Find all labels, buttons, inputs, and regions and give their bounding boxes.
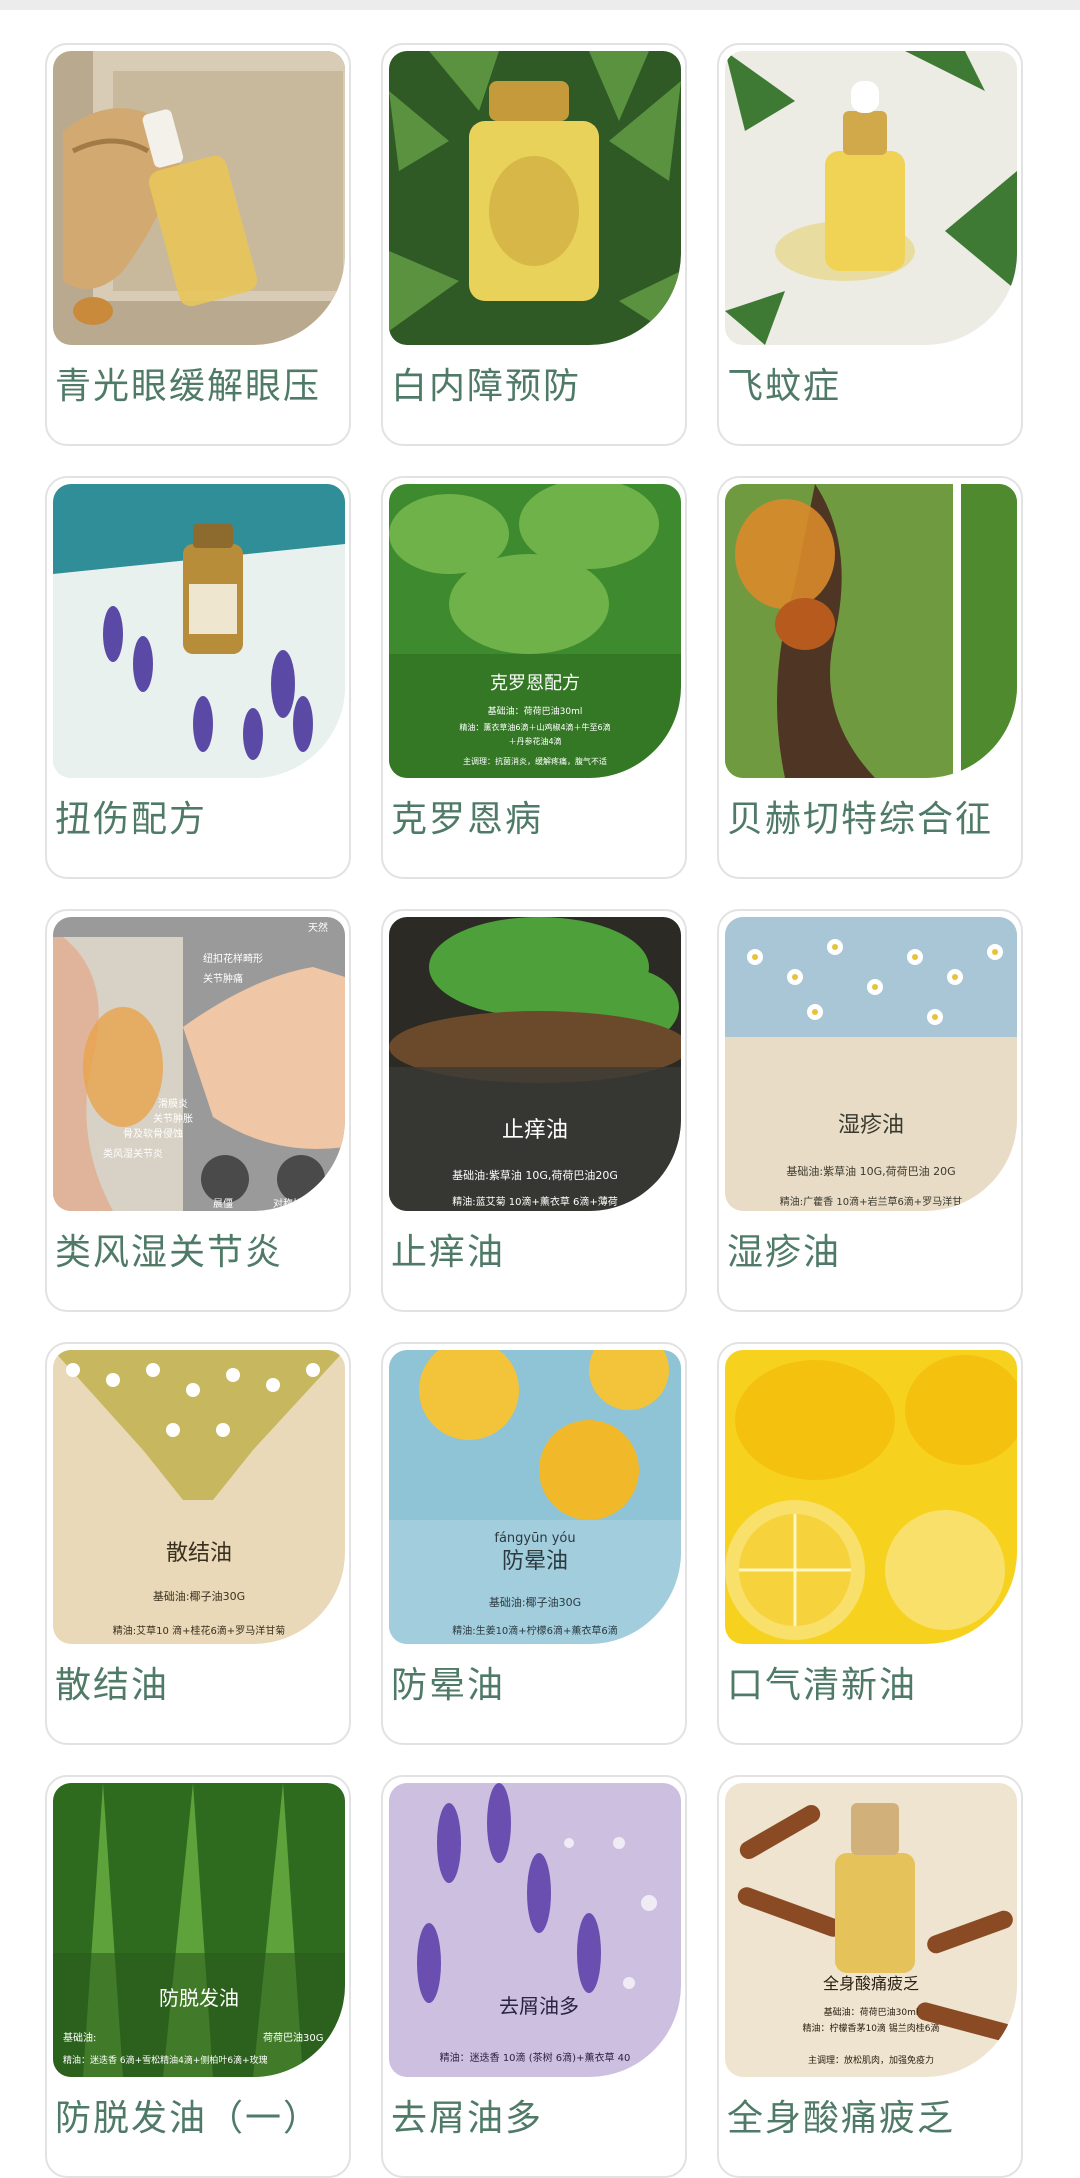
remedy-card[interactable]: 去屑油多 精油：迷迭香 10滴 (茶树 6滴)+薰衣草 40 去屑油多 bbox=[381, 1775, 687, 2178]
remedy-card[interactable]: fángyūn yóu 防晕油 基础油:椰子油30G 精油:生姜10滴+柠檬6滴… bbox=[381, 1342, 687, 1745]
remedy-card[interactable]: 湿疹油 基础油:紫草油 10G,荷荷巴油 20G 精油:广藿香 10滴+岩兰草6… bbox=[717, 909, 1023, 1312]
overlay-text: 精油：迷迭香 6滴+雪松精油4滴+侧柏叶6滴+玫瑰 bbox=[63, 2054, 268, 2066]
remedy-label: 扭伤配方 bbox=[55, 799, 208, 840]
overlay-text: ＋丹参花油4滴 bbox=[508, 736, 561, 746]
overlay-text: 骨及软骨侵蚀 bbox=[123, 1127, 183, 1140]
overlay-title: 全身酸痛疲乏 bbox=[823, 1974, 919, 1993]
tree-resin-icon bbox=[725, 484, 1017, 778]
remedy-label: 克罗恩病 bbox=[391, 799, 544, 840]
remedy-card[interactable]: 扭伤配方 bbox=[45, 476, 351, 879]
remedy-label: 防晕油 bbox=[391, 1665, 506, 1706]
overlay-text: 精油:艾草10 滴+桂花6滴+罗马洋甘菊 bbox=[113, 1624, 285, 1637]
remedy-label: 散结油 bbox=[55, 1665, 170, 1706]
overlay-text: 基础油:紫草油 10G,荷荷巴油 20G bbox=[786, 1164, 955, 1178]
remedy-card[interactable]: 飞蚊症 bbox=[717, 43, 1023, 446]
remedy-card[interactable]: 防脱发油 基础油: 荷荷巴油30G 精油：迷迭香 6滴+雪松精油4滴+侧柏叶6滴… bbox=[45, 1775, 351, 2178]
mint-leaves-icon: 克罗恩配方 基础油：荷荷巴油30ml 精油：薰衣草油6滴＋山鸡椒4滴＋牛至6滴 … bbox=[389, 484, 681, 778]
overlay-text: 对称性关节 bbox=[273, 1197, 323, 1210]
overlay-text: 精油:生姜10滴+柠檬6滴+薰衣草6滴 bbox=[452, 1624, 618, 1637]
overlay-text: 晨僵 bbox=[213, 1198, 233, 1210]
grass-icon: 防脱发油 基础油: 荷荷巴油30G 精油：迷迭香 6滴+雪松精油4滴+侧柏叶6滴… bbox=[53, 1783, 345, 2077]
overlay-text: 主调理：放松肌肉，加强免疫力 bbox=[808, 2054, 934, 2066]
remedy-label: 白内障预防 bbox=[391, 366, 582, 407]
remedy-label: 防脱发油（一） bbox=[55, 2098, 322, 2139]
overlay-text: 基础油：荷荷巴油30ml bbox=[488, 705, 583, 717]
overlay-text: 关节肿胀 bbox=[153, 1112, 193, 1125]
overlay-text: 类风湿关节炎 bbox=[103, 1147, 163, 1160]
remedy-card[interactable]: 全身酸痛疲乏 基础油：荷荷巴油30ml 精油：柠檬香茅10滴 锡兰肉桂6滴 主调… bbox=[717, 1775, 1023, 2178]
remedy-card[interactable]: 贝赫切特综合征 bbox=[717, 476, 1023, 879]
cinnamon-bottle-icon: 全身酸痛疲乏 基础油：荷荷巴油30ml 精油：柠檬香茅10滴 锡兰肉桂6滴 主调… bbox=[725, 1783, 1017, 2077]
overlay-text: 精油:广藿香 10滴+岩兰草6滴+罗马洋甘 bbox=[780, 1195, 962, 1208]
remedy-label: 飞蚊症 bbox=[727, 366, 842, 407]
remedy-card[interactable]: 止痒油 基础油:紫草油 10G,荷荷巴油20G 精油:蓝艾菊 10滴+薰衣草 6… bbox=[381, 909, 687, 1312]
top-status-strip bbox=[0, 0, 1080, 10]
ginger-oil-bottle-icon bbox=[53, 51, 345, 345]
remedy-label: 贝赫切特综合征 bbox=[727, 799, 994, 840]
overlay-pinyin: fángyūn yóu bbox=[494, 1531, 575, 1546]
lemon-water-icon: fángyūn yóu 防晕油 基础油:椰子油30G 精油:生姜10滴+柠檬6滴… bbox=[389, 1350, 681, 1644]
overlay-text: 精油：柠檬香茅10滴 锡兰肉桂6滴 bbox=[802, 2022, 939, 2034]
remedy-card[interactable]: 口气清新油 bbox=[717, 1342, 1023, 1745]
lemons-icon bbox=[725, 1350, 1017, 1644]
overlay-title: 克罗恩配方 bbox=[490, 673, 580, 694]
overlay-title: 去屑油多 bbox=[499, 1994, 579, 2018]
joint-diagram-icon: 纽扣花样畸形 关节肿痛 滑膜炎 关节肿胀 骨及软骨侵蚀 类风湿关节炎 晨僵 对称… bbox=[53, 917, 345, 1211]
remedy-card[interactable]: 纽扣花样畸形 关节肿痛 滑膜炎 关节肿胀 骨及软骨侵蚀 类风湿关节炎 晨僵 对称… bbox=[45, 909, 351, 1312]
overlay-text: 荷荷巴油30G bbox=[263, 2031, 323, 2044]
remedy-label: 类风湿关节炎 bbox=[55, 1232, 284, 1273]
overlay-title: 止痒油 bbox=[502, 1118, 568, 1143]
overlay-text: 滑膜炎 bbox=[158, 1098, 188, 1110]
dropper-bottle-icon bbox=[725, 51, 1017, 345]
remedy-label: 止痒油 bbox=[391, 1232, 506, 1273]
mint-bowl-icon: 止痒油 基础油:紫草油 10G,荷荷巴油20G 精油:蓝艾菊 10滴+薰衣草 6… bbox=[389, 917, 681, 1211]
overlay-title: 防晕油 bbox=[502, 1549, 568, 1574]
remedy-label: 口气清新油 bbox=[727, 1665, 918, 1706]
overlay-text: 基础油: bbox=[63, 2031, 96, 2044]
remedy-label: 全身酸痛疲乏 bbox=[727, 2098, 956, 2139]
overlay-title: 防脱发油 bbox=[159, 1986, 239, 2010]
overlay-text: 天然 bbox=[308, 921, 328, 934]
remedy-label: 去屑油多 bbox=[391, 2098, 544, 2139]
overlay-text: 基础油:椰子油30G bbox=[153, 1589, 245, 1603]
overlay-text: 基础油:紫草油 10G,荷荷巴油20G bbox=[452, 1168, 618, 1182]
overlay-text: 关节肿痛 bbox=[203, 972, 243, 985]
overlay-text: 精油：薰衣草油6滴＋山鸡椒4滴＋牛至6滴 bbox=[459, 722, 610, 732]
remedy-card[interactable]: 青光眼缓解眼压 bbox=[45, 43, 351, 446]
overlay-text: 纽扣花样畸形 bbox=[203, 952, 263, 965]
overlay-text: 基础油：荷荷巴油30ml bbox=[824, 2006, 919, 2018]
chamomile-field-icon: 散结油 基础油:椰子油30G 精油:艾草10 滴+桂花6滴+罗马洋甘菊 bbox=[53, 1350, 345, 1644]
remedy-card[interactable]: 散结油 基础油:椰子油30G 精油:艾草10 滴+桂花6滴+罗马洋甘菊 散结油 bbox=[45, 1342, 351, 1745]
lavender-bottle-icon bbox=[53, 484, 345, 778]
gold-perfume-bottle-icon bbox=[389, 51, 681, 345]
chamomile-icon: 湿疹油 基础油:紫草油 10G,荷荷巴油 20G 精油:广藿香 10滴+岩兰草6… bbox=[725, 917, 1017, 1211]
overlay-title: 湿疹油 bbox=[838, 1113, 904, 1138]
remedy-card[interactable]: 白内障预防 bbox=[381, 43, 687, 446]
lavender-icon: 去屑油多 精油：迷迭香 10滴 (茶树 6滴)+薰衣草 40 bbox=[389, 1783, 681, 2077]
remedy-label: 青光眼缓解眼压 bbox=[55, 366, 322, 407]
overlay-title: 散结油 bbox=[166, 1541, 232, 1566]
remedy-card[interactable]: 克罗恩配方 基础油：荷荷巴油30ml 精油：薰衣草油6滴＋山鸡椒4滴＋牛至6滴 … bbox=[381, 476, 687, 879]
overlay-text: 精油:蓝艾菊 10滴+薰衣草 6滴+薄荷 bbox=[452, 1195, 618, 1208]
overlay-text: 精油：迷迭香 10滴 (茶树 6滴)+薰衣草 40 bbox=[440, 2051, 631, 2064]
overlay-text: 基础油:椰子油30G bbox=[489, 1595, 581, 1609]
remedy-label: 湿疹油 bbox=[727, 1232, 842, 1273]
overlay-text: 主调理：抗菌消炎，缓解疼痛，腹气不适 bbox=[463, 756, 607, 766]
